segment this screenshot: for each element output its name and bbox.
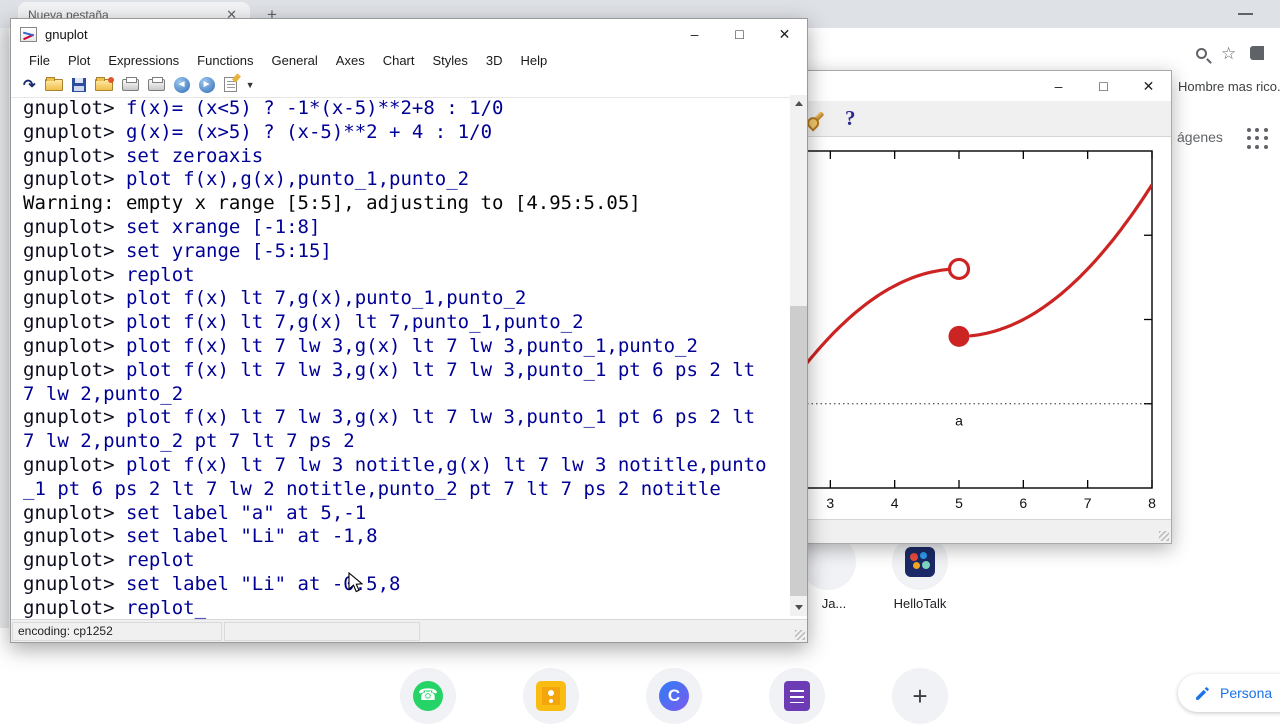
console-line: gnuplot> set xrange [-1:8] [23,215,321,238]
plot-maximize-button[interactable]: □ [1081,71,1126,101]
menu-plot[interactable]: Plot [59,53,99,68]
console-line: gnuplot> g(x)= (x>5) ? (x-5)**2 + 4 : 1/… [23,120,493,143]
print-icon[interactable] [121,76,139,91]
console-line: _1 pt 6 ps 2 lt 7 lw 2 notitle,punto_2 p… [23,477,721,500]
personalize-label: Persona [1220,685,1273,701]
console-line: 7 lw 2,punto_2 [23,382,184,405]
help-question-icon[interactable]: ? [845,106,856,131]
console-statusbar: encoding: cp1252 [11,619,807,642]
c-app-icon: C [659,681,689,711]
menu-axes[interactable]: Axes [327,53,374,68]
console-minimize-button[interactable]: – [672,19,717,49]
console-line: gnuplot> replot [23,549,195,572]
resize-grip-icon[interactable] [795,630,805,640]
console-line: gnuplot> set label "Li" at -1,8 [23,525,378,548]
open-folder-icon[interactable] [44,76,63,91]
classroom-icon [536,681,566,711]
console-line: gnuplot> replot [23,263,195,286]
pencil-icon [1196,686,1209,700]
console-close-button[interactable]: ✕ [762,19,807,49]
bookmark-star-icon[interactable]: ☆ [1221,45,1236,62]
console-line: gnuplot> set label "a" at 5,-1 [23,501,367,524]
plus-icon: + [912,680,928,711]
shortcut-forms[interactable] [769,668,825,724]
plot-minimize-button[interactable]: – [1036,71,1081,101]
scroll-up-icon[interactable] [790,95,807,112]
menu-styles[interactable]: Styles [424,53,477,68]
svg-text:8: 8 [1148,495,1156,511]
console-line: gnuplot> set zeroaxis [23,144,264,167]
gnuplot-app-icon [20,26,37,42]
console-line: gnuplot> plot f(x) lt 7,g(x) lt 7,punto_… [23,311,584,334]
new-folder-icon[interactable] [94,76,114,91]
redo-icon[interactable]: ↷ [23,76,36,94]
console-line: gnuplot> plot f(x) lt 7,g(x),punto_1,pun… [23,287,527,310]
images-link[interactable]: ágenes [1177,129,1223,145]
gnuplot-console-window[interactable]: gnuplot – □ ✕ File Plot Expressions Functio… [10,18,808,643]
console-line: gnuplot> f(x)= (x<5) ? -1*(x-5)**2+8 : 1… [23,97,504,119]
forward-icon[interactable]: ► [198,76,215,93]
back-icon[interactable]: ◄ [173,76,190,93]
shortcut-ja-label: Ja... [821,596,847,611]
console-line: 7 lw 2,punto_2 pt 7 lt 7 ps 2 [23,430,355,453]
console-menubar: File Plot Expressions Functions General Axes C… [11,49,807,72]
svg-text:a: a [955,413,963,429]
console-title-text: gnuplot [45,26,88,42]
console-line: gnuplot> replot_ [23,596,207,619]
plot-close-button[interactable]: ✕ [1126,71,1171,101]
shortcut-c-app[interactable]: C [646,668,702,724]
zoom-icon[interactable] [1196,47,1207,59]
console-scrollbar[interactable] [790,95,807,616]
status-cell-2 [224,621,420,641]
console-output[interactable]: gnuplot> f(x)= (x<5) ? -1*(x-5)**2+8 : 1… [11,95,789,619]
properties-icon[interactable] [223,77,237,92]
menu-functions[interactable]: Functions [188,53,262,68]
personalize-chrome-button[interactable]: Persona [1178,674,1280,712]
console-line: gnuplot> plot f(x) lt 7 lw 3,g(x) lt 7 l… [23,358,756,381]
google-apps-grid-icon[interactable] [1247,128,1269,150]
print-copy-icon[interactable] [147,76,165,91]
resize-grip-icon[interactable] [1159,531,1169,541]
menu-help[interactable]: Help [512,53,557,68]
add-shortcut-button[interactable]: + [892,668,948,724]
whatsapp-icon: ☎ [413,681,443,711]
left-edge-strip [0,28,9,628]
console-line: gnuplot> plot f(x) lt 7 lw 3,g(x) lt 7 l… [23,406,756,429]
console-line: gnuplot> plot f(x) lt 7 lw 3,g(x) lt 7 l… [23,334,698,357]
mouse-cursor-icon [348,572,364,593]
shortcut-whatsapp[interactable]: ☎ [400,668,456,724]
page-tooltip: Hombre mas rico... [1178,75,1280,99]
scroll-down-icon[interactable] [790,599,807,616]
svg-text:3: 3 [826,495,834,511]
menu-3d[interactable]: 3D [477,53,512,68]
menu-expressions[interactable]: Expressions [99,53,188,68]
console-maximize-button[interactable]: □ [717,19,762,49]
dropdown-caret-icon[interactable]: ▼ [246,80,255,90]
browser-minimize-icon[interactable] [1238,13,1253,15]
console-titlebar[interactable]: gnuplot – □ ✕ [11,19,807,49]
encoding-status: encoding: cp1252 [12,621,222,641]
console-line: Warning: empty x range [5:5], adjusting … [23,192,641,215]
hellotalk-icon [905,547,935,577]
console-line: gnuplot> plot f(x) lt 7 lw 3 notitle,g(x… [23,453,767,476]
console-line: gnuplot> set yrange [-5:15] [23,239,332,262]
shortcut-classroom[interactable] [523,668,579,724]
menu-file[interactable]: File [20,53,59,68]
console-line: gnuplot> set label "Li" at -0.5,8 [23,572,401,595]
forms-icon [784,681,810,711]
shortcut-hellotalk-label: HelloTalk [893,596,947,611]
svg-text:5: 5 [955,495,963,511]
save-icon[interactable] [71,77,86,92]
svg-text:4: 4 [891,495,899,511]
svg-text:7: 7 [1084,495,1092,511]
wrench-icon[interactable] [809,111,825,126]
extensions-puzzle-icon[interactable] [1250,46,1265,60]
scroll-thumb[interactable] [790,306,807,596]
menu-chart[interactable]: Chart [374,53,424,68]
menu-general[interactable]: General [263,53,327,68]
console-line: gnuplot> plot f(x),g(x),punto_1,punto_2 [23,168,470,191]
svg-text:6: 6 [1019,495,1027,511]
